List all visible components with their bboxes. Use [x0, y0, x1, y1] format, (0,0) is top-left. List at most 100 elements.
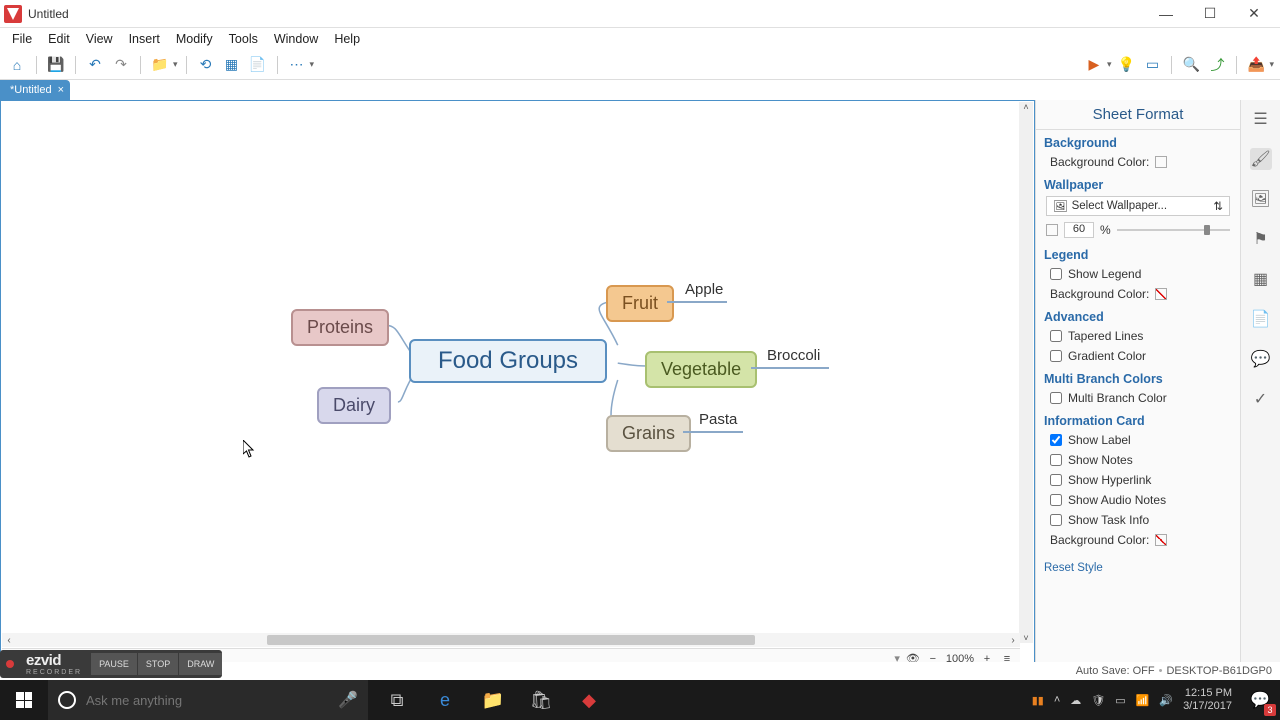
close-button[interactable]: ✕ [1232, 0, 1276, 28]
more-icon[interactable]: ⋯ [286, 54, 308, 76]
folder-dropdown[interactable]: ▾ [173, 59, 178, 70]
home-icon[interactable]: ⌂ [6, 54, 28, 76]
section-wallpaper: Wallpaper [1036, 172, 1240, 194]
scrollbar-thumb[interactable] [267, 635, 756, 645]
explorer-icon[interactable]: 📁 [470, 680, 516, 720]
menu-window[interactable]: Window [266, 30, 326, 48]
tray-onedrive-icon[interactable]: ☁ [1070, 694, 1081, 707]
menu-tools[interactable]: Tools [221, 30, 266, 48]
node-grains[interactable]: Grains [606, 415, 691, 452]
edge-icon[interactable]: e [422, 680, 468, 720]
show-audio-checkbox[interactable] [1050, 494, 1062, 506]
save-icon[interactable]: 💾 [45, 54, 67, 76]
undo-icon[interactable]: ↶ [84, 54, 106, 76]
show-label-checkbox[interactable] [1050, 434, 1062, 446]
card-icon[interactable]: ▭ [1141, 54, 1163, 76]
rail-comment-icon[interactable]: 💬 [1250, 348, 1272, 370]
menu-bar: File Edit View Insert Modify Tools Windo… [0, 28, 1280, 50]
tray-touchpad-icon[interactable]: ▭ [1115, 694, 1125, 707]
present-icon[interactable]: ▶ [1083, 54, 1105, 76]
tray-wifi-icon[interactable]: 📶 [1136, 694, 1150, 707]
wallpaper-select[interactable]: 🖼 Select Wallpaper... ⇅ [1046, 196, 1230, 216]
show-notes-checkbox[interactable] [1050, 454, 1062, 466]
recorder-stop-button[interactable]: STOP [138, 653, 178, 675]
menu-file[interactable]: File [4, 30, 40, 48]
recorder-pause-button[interactable]: PAUSE [91, 653, 137, 675]
canvas[interactable]: Proteins Dairy Food Groups Fruit Vegetab… [0, 100, 1035, 670]
recorder-draw-button[interactable]: DRAW [179, 653, 222, 675]
doc-icon[interactable]: 📄 [247, 54, 269, 76]
store-icon[interactable]: 🛍 [518, 680, 564, 720]
leaf-broccoli[interactable]: Broccoli [767, 347, 820, 364]
node-fruit[interactable]: Fruit [606, 285, 674, 322]
rail-marker-icon[interactable]: ⚑ [1250, 228, 1272, 250]
layout-icon[interactable]: ▦ [221, 54, 243, 76]
start-button[interactable] [0, 680, 48, 720]
show-task-checkbox[interactable] [1050, 514, 1062, 526]
opacity-slider[interactable] [1117, 229, 1230, 231]
cortana-icon [58, 691, 76, 709]
rail-format-icon[interactable]: 🖌 [1250, 148, 1272, 170]
node-proteins[interactable]: Proteins [291, 309, 389, 346]
folder-icon[interactable]: 📁 [149, 54, 171, 76]
tab-label: *Untitled [10, 84, 52, 96]
node-vegetable[interactable]: Vegetable [645, 351, 757, 388]
mic-icon[interactable]: 🎤 [338, 690, 358, 710]
infocard-bgcolor-picker[interactable] [1155, 534, 1167, 546]
tray-overflow-icon[interactable]: ˄ [1054, 694, 1060, 706]
leaf-pasta[interactable]: Pasta [699, 411, 737, 428]
section-infocard: Information Card [1036, 408, 1240, 430]
gradient-checkbox[interactable] [1050, 350, 1062, 362]
node-central[interactable]: Food Groups [409, 339, 607, 383]
notif-badge: 3 [1264, 704, 1276, 716]
rail-note-icon[interactable]: 📄 [1250, 308, 1272, 330]
maximize-button[interactable]: ☐ [1188, 0, 1232, 28]
section-advanced: Advanced [1036, 304, 1240, 326]
leaf-apple[interactable]: Apple [685, 281, 723, 298]
show-legend-checkbox[interactable] [1050, 268, 1062, 280]
tray-defender-icon[interactable]: 🛡 [1091, 694, 1105, 707]
opacity-color[interactable] [1046, 224, 1058, 236]
idea-icon[interactable]: 💡 [1115, 54, 1137, 76]
format-panel: Sheet Format Background Background Color… [1035, 100, 1240, 670]
export-icon[interactable]: 📤 [1245, 54, 1267, 76]
menu-edit[interactable]: Edit [40, 30, 78, 48]
xmind-taskbar-icon[interactable]: ◆ [566, 680, 612, 720]
task-view-icon[interactable]: ⧉ [374, 680, 420, 720]
rail-task-icon[interactable]: ✓ [1250, 388, 1272, 410]
multibranch-checkbox[interactable] [1050, 392, 1062, 404]
search-input[interactable] [86, 693, 328, 708]
reset-style-link[interactable]: Reset Style [1036, 550, 1240, 578]
taskbar-clock[interactable]: 12:15 PM 3/17/2017 [1183, 687, 1232, 713]
section-legend: Legend [1036, 242, 1240, 264]
horizontal-scrollbar[interactable]: ‹› [2, 633, 1020, 647]
action-center-icon[interactable]: 💬3 [1240, 680, 1280, 720]
legend-bgcolor-picker[interactable] [1155, 288, 1167, 300]
cortana-search[interactable]: 🎤 [48, 680, 368, 720]
vertical-scrollbar[interactable]: ˄˅ [1019, 102, 1033, 643]
menu-help[interactable]: Help [326, 30, 368, 48]
share-icon[interactable]: ⤴ [1206, 54, 1228, 76]
tab-close-icon[interactable]: × [58, 84, 64, 96]
bgcolor-picker[interactable] [1155, 156, 1167, 168]
show-hyperlink-checkbox[interactable] [1050, 474, 1062, 486]
node-dairy[interactable]: Dairy [317, 387, 391, 424]
menu-view[interactable]: View [78, 30, 121, 48]
menu-insert[interactable]: Insert [121, 30, 168, 48]
search-icon[interactable]: 🔍 [1180, 54, 1202, 76]
export-dropdown[interactable]: ▾ [1269, 59, 1274, 70]
rail-outline-icon[interactable]: ☰ [1250, 108, 1272, 130]
document-tab[interactable]: *Untitled × [0, 80, 70, 100]
redo-icon[interactable]: ↷ [110, 54, 132, 76]
tray-volume-icon[interactable]: 🔊 [1159, 694, 1173, 707]
more-dropdown[interactable]: ▾ [310, 59, 315, 70]
refresh-icon[interactable]: ⟲ [195, 54, 217, 76]
minimize-button[interactable]: — [1144, 0, 1188, 28]
opacity-value[interactable]: 60 [1064, 222, 1094, 238]
tapered-checkbox[interactable] [1050, 330, 1062, 342]
present-dropdown[interactable]: ▾ [1107, 59, 1112, 70]
rail-icon-icon[interactable]: ▦ [1250, 268, 1272, 290]
rail-image-icon[interactable]: 🖼 [1250, 188, 1272, 210]
menu-modify[interactable]: Modify [168, 30, 221, 48]
tray-app-icon[interactable]: ▮▮ [1032, 694, 1044, 707]
